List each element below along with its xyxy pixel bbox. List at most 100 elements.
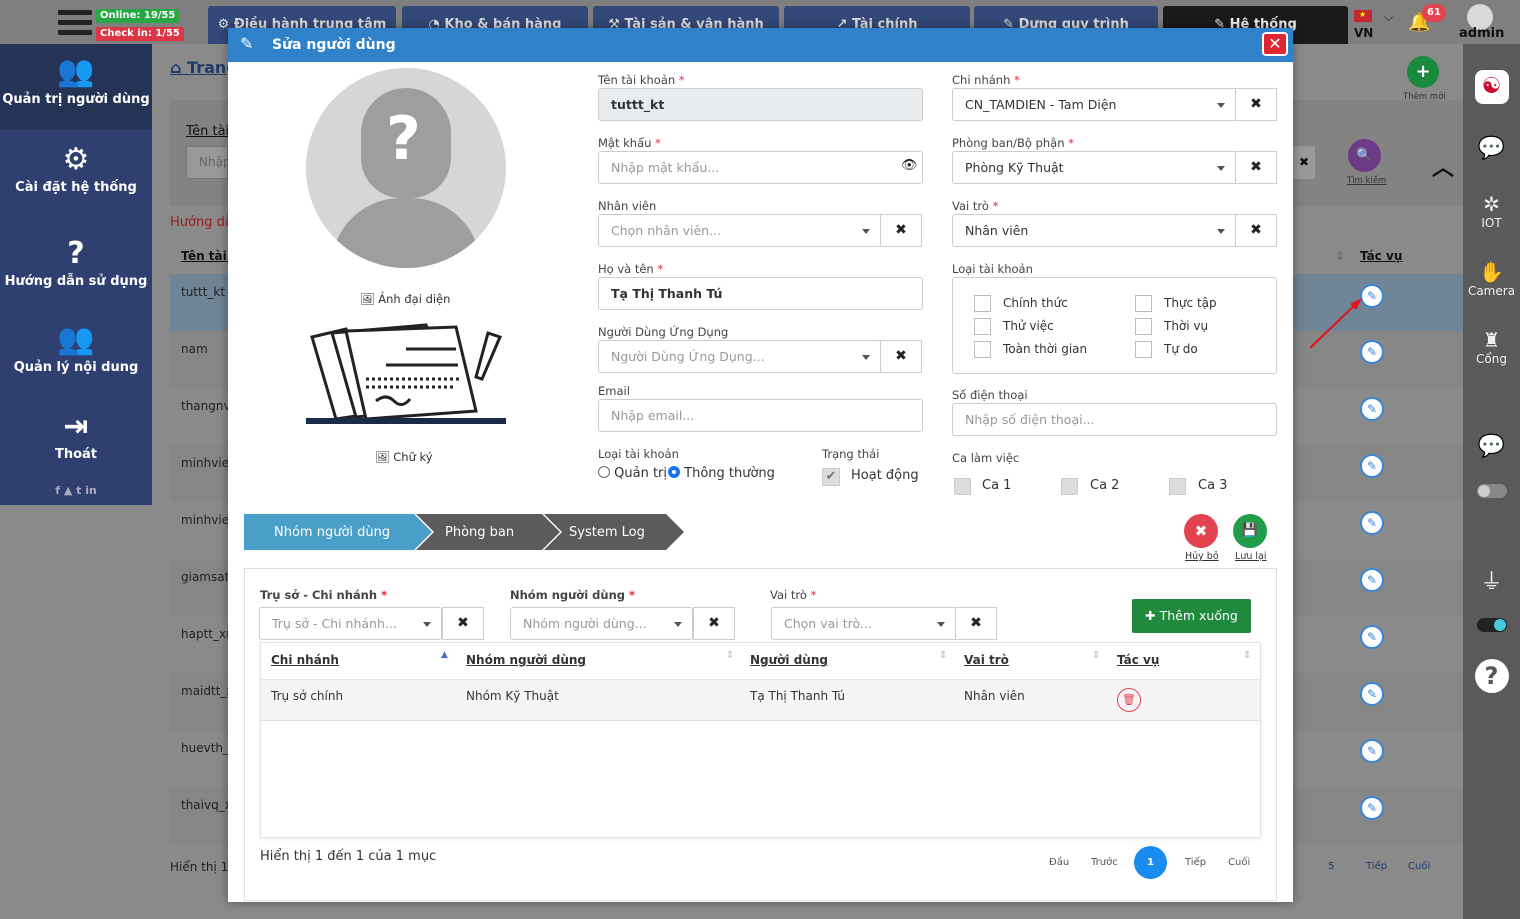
page-last[interactable]: Cuối [1228, 857, 1250, 868]
dept-select[interactable]: Phòng Kỹ Thuật [952, 151, 1236, 184]
sidebar-item-settings[interactable]: ⚙ Cài đặt hệ thống [0, 132, 152, 218]
cancel-button[interactable]: ✖ [1184, 514, 1218, 548]
tab-user-group[interactable]: Nhóm người dùng [274, 525, 390, 540]
help-icon[interactable]: ? [1463, 659, 1520, 693]
tab-system-log[interactable]: System Log [569, 525, 645, 540]
sort-icon[interactable]: ⇕ [1335, 249, 1345, 263]
cancel-label[interactable]: Hủy bỏ [1185, 551, 1219, 562]
col-group[interactable]: Nhóm người dùng [466, 653, 586, 667]
add-below-button[interactable]: ✚ Thêm xuống [1132, 599, 1251, 633]
sub-role-select[interactable]: Chọn vai trò... [771, 607, 956, 640]
appuser-clear-icon[interactable]: ✖ [880, 340, 922, 373]
sort-asc-icon[interactable]: ▲ [441, 650, 448, 660]
vn-flag-icon[interactable] [1354, 10, 1372, 22]
edit-icon[interactable]: ✎ [1360, 739, 1384, 763]
sort-icon[interactable]: ⇕ [1243, 650, 1251, 661]
tab-department[interactable]: Phòng ban [445, 525, 514, 540]
employee-clear-icon[interactable]: ✖ [880, 214, 922, 247]
col-branch[interactable]: Chi nhánh [271, 653, 339, 667]
checkbox[interactable] [954, 478, 971, 495]
edit-icon[interactable]: ✎ [1360, 625, 1384, 649]
col-role[interactable]: Vai trò [964, 653, 1009, 667]
edit-icon[interactable]: ✎ [1360, 568, 1384, 592]
video-chat-icon[interactable]: 💬 [1463, 136, 1520, 161]
sidebar-item-logout[interactable]: ⇥ Thoát [0, 399, 152, 485]
sub-branch-select[interactable]: Trụ sở - Chi nhánh... [259, 607, 442, 640]
save-label[interactable]: Lưu lại [1235, 551, 1266, 562]
user-name[interactable]: admin [1459, 26, 1504, 41]
edit-icon[interactable]: ✎ [1360, 397, 1384, 421]
checkbox[interactable] [974, 295, 991, 312]
role-clear-icon[interactable]: ✖ [1235, 214, 1277, 247]
guide-text[interactable]: Hướng dẫ [170, 215, 233, 230]
logo-icon[interactable]: ☯ [1463, 70, 1520, 104]
trash-icon[interactable]: 🗑 [1117, 688, 1141, 712]
radio-normal[interactable]: Thông thường [668, 466, 775, 481]
checkbox[interactable] [1061, 478, 1078, 495]
plug-icon[interactable]: ⏚ [1463, 564, 1520, 596]
dept-clear-icon[interactable]: ✖ [1235, 151, 1277, 184]
add-new-button[interactable]: + [1407, 56, 1439, 88]
sub-branch-clear-icon[interactable]: ✖ [442, 607, 484, 640]
role-select[interactable]: Nhân viên [952, 214, 1236, 247]
camera-button[interactable]: ✋ Camera [1463, 260, 1520, 298]
checkbox[interactable] [974, 341, 991, 358]
search-icon[interactable]: 🔍 [1348, 139, 1381, 172]
social-icons[interactable]: f ▲ t in [0, 484, 152, 497]
checkbox[interactable] [1169, 478, 1186, 495]
signature-image[interactable] [306, 323, 506, 424]
bg-page-next[interactable]: Tiếp [1366, 861, 1387, 872]
bg-page-5[interactable]: 5 [1328, 861, 1334, 872]
edit-icon[interactable]: ✎ [1360, 454, 1384, 478]
email-input[interactable]: Nhập email... [598, 399, 923, 432]
password-input[interactable]: Nhập mật khẩu... [598, 151, 923, 184]
sort-icon[interactable]: ⇕ [1092, 650, 1100, 661]
iot-button[interactable]: ✲ IOT [1463, 192, 1520, 230]
gate-button[interactable]: ♜ Cổng [1463, 328, 1520, 366]
page-next[interactable]: Tiếp [1185, 857, 1206, 868]
branch-clear-icon[interactable]: ✖ [1235, 88, 1277, 121]
sort-icon[interactable]: ⇕ [939, 650, 947, 661]
employee-select[interactable]: Chọn nhân viên... [598, 214, 881, 247]
phone-input[interactable]: Nhập số điện thoại... [952, 403, 1277, 436]
sidebar-item-content[interactable]: 👥 Quản lý nội dung [0, 312, 152, 398]
search-label[interactable]: Tìm kiếm [1347, 176, 1386, 186]
sort-icon[interactable]: ⇕ [726, 650, 734, 661]
collapse-icon[interactable]: ︿ [1432, 150, 1454, 182]
avatar-upload[interactable]: 🖼 Ảnh đại diện [360, 292, 450, 306]
page-prev[interactable]: Trước [1091, 857, 1118, 868]
checkbox[interactable] [974, 318, 991, 335]
fullname-input[interactable]: Tạ Thị Thanh Tú [598, 277, 923, 310]
checkbox[interactable] [1135, 295, 1152, 312]
clear-icon[interactable]: ✖ [1293, 146, 1315, 179]
edit-icon[interactable]: ✎ [1360, 796, 1384, 820]
page-1[interactable]: 1 [1134, 846, 1167, 879]
account-input[interactable]: tuttt_kt [598, 88, 923, 121]
close-icon[interactable]: ✕ [1262, 32, 1288, 56]
save-button[interactable]: 💾 [1233, 514, 1267, 548]
sidebar-item-users[interactable]: 👥 Quản trị người dùng [0, 44, 152, 130]
video-chat-icon-2[interactable]: 💬 [1463, 434, 1520, 459]
toggle-off[interactable] [1463, 484, 1520, 501]
page-first[interactable]: Đầu [1049, 857, 1069, 868]
lang-label[interactable]: VN [1354, 26, 1373, 40]
checkbox[interactable] [1135, 318, 1152, 335]
toggle-on[interactable] [1463, 618, 1520, 635]
chevron-down-icon[interactable]: ⌵ [1384, 10, 1393, 25]
edit-icon[interactable]: ✎ [1360, 682, 1384, 706]
sub-group-select[interactable]: Nhóm người dùng... [510, 607, 693, 640]
sub-role-clear-icon[interactable]: ✖ [955, 607, 997, 640]
sub-group-clear-icon[interactable]: ✖ [693, 607, 735, 640]
filter-input[interactable]: Nhập [186, 146, 231, 179]
signature-upload[interactable]: 🖼 Chữ ký [375, 450, 433, 464]
appuser-select[interactable]: Người Dùng Ứng Dụng... [598, 340, 881, 373]
sidebar-item-guide[interactable]: ? Hướng dẫn sử dụng [0, 226, 152, 312]
menu-icon[interactable] [58, 10, 92, 40]
status-checkbox[interactable]: ✔ [822, 468, 840, 486]
edit-icon[interactable]: ✎ [1360, 511, 1384, 535]
col-user[interactable]: Người dùng [750, 653, 828, 667]
branch-select[interactable]: CN_TAMDIEN - Tam Diện [952, 88, 1236, 121]
checkbox[interactable] [1135, 341, 1152, 358]
avatar-image[interactable]: ? [306, 68, 506, 268]
bg-page-last[interactable]: Cuối [1408, 861, 1430, 872]
